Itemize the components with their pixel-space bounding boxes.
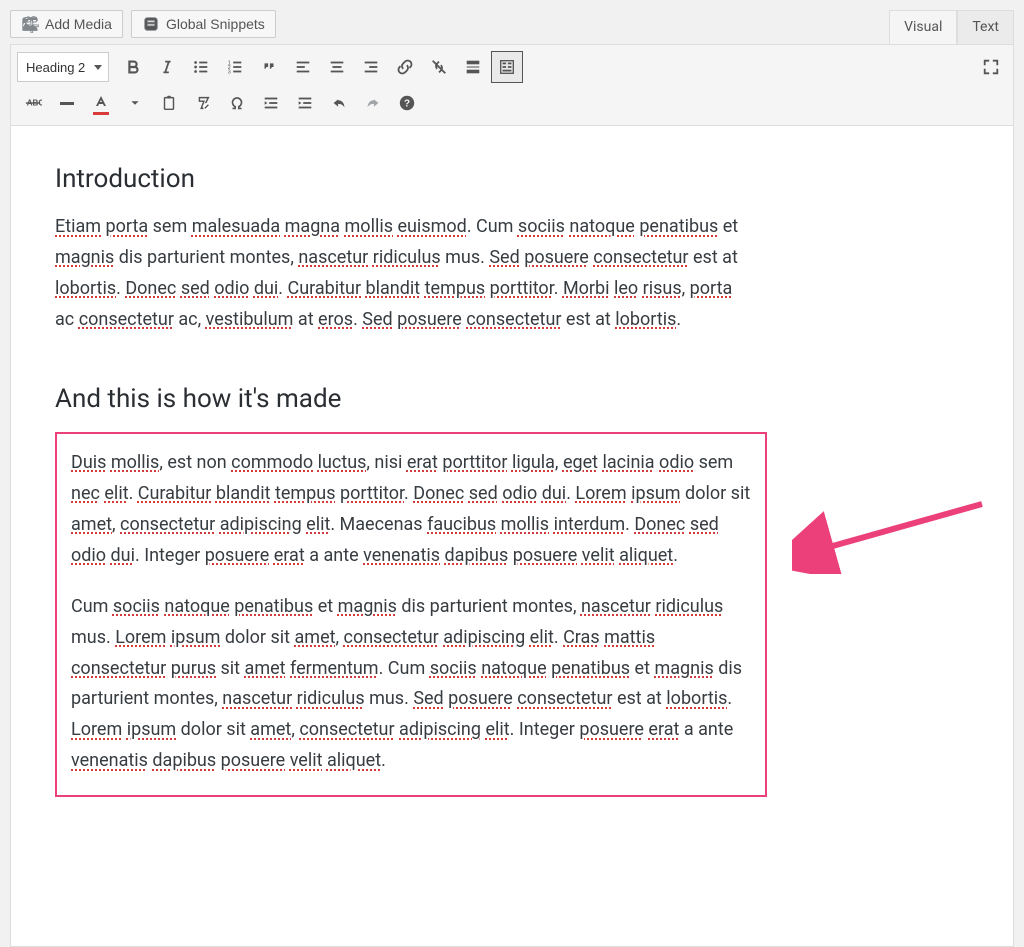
paragraph-1: Etiam porta sem malesuada magna mollis e… <box>55 212 755 336</box>
indent-button[interactable] <box>289 87 321 119</box>
text-color-dropdown[interactable] <box>119 87 151 119</box>
redo-button[interactable] <box>357 87 389 119</box>
align-left-button[interactable] <box>287 51 319 83</box>
ol-button[interactable]: 123 <box>219 51 251 83</box>
svg-text:?: ? <box>404 99 410 110</box>
svg-text:3: 3 <box>228 69 231 75</box>
link-button[interactable] <box>389 51 421 83</box>
add-media-label: Add Media <box>45 16 112 32</box>
paragraph-3: Cum sociis natoque penatibus et magnis d… <box>71 592 751 778</box>
add-media-button[interactable]: Add Media <box>10 10 123 38</box>
editor-shell: Heading 2 123 ABC <box>10 44 1014 947</box>
editor-topbar: Add Media Global Snippets Visual Text <box>0 0 1024 44</box>
align-right-button[interactable] <box>355 51 387 83</box>
snippets-icon <box>142 15 160 33</box>
help-button[interactable]: ? <box>391 87 423 119</box>
format-select[interactable]: Heading 2 <box>17 52 109 82</box>
hr-button[interactable] <box>51 87 83 119</box>
outdent-button[interactable] <box>255 87 287 119</box>
global-snippets-button[interactable]: Global Snippets <box>131 10 276 38</box>
text-color-button[interactable] <box>85 87 117 119</box>
undo-button[interactable] <box>323 87 355 119</box>
hr-icon <box>60 102 74 105</box>
paste-text-button[interactable] <box>153 87 185 119</box>
editor-toolbar: Heading 2 123 ABC <box>11 45 1013 126</box>
editor-canvas[interactable]: Introduction Etiam porta sem malesuada m… <box>11 126 1013 946</box>
editor-tabs: Visual Text <box>889 10 1014 44</box>
readmore-button[interactable] <box>457 51 489 83</box>
blockquote-button[interactable] <box>253 51 285 83</box>
global-snippets-label: Global Snippets <box>166 16 265 32</box>
strikethrough-button[interactable]: ABC <box>17 87 49 119</box>
heading-how-made: And this is how it's made <box>55 384 973 414</box>
special-char-button[interactable] <box>221 87 253 119</box>
media-icon <box>21 15 39 33</box>
snippet-highlight-box: Duis mollis, est non commodo luctus, nis… <box>55 432 767 798</box>
toolbar-toggle-button[interactable] <box>491 51 523 83</box>
fullscreen-button[interactable] <box>975 51 1007 83</box>
tab-visual[interactable]: Visual <box>889 10 957 44</box>
heading-introduction: Introduction <box>55 164 973 194</box>
italic-button[interactable] <box>151 51 183 83</box>
paragraph-2: Duis mollis, est non commodo luctus, nis… <box>71 448 751 572</box>
align-center-button[interactable] <box>321 51 353 83</box>
tab-text[interactable]: Text <box>957 10 1014 44</box>
unlink-button[interactable] <box>423 51 455 83</box>
ul-button[interactable] <box>185 51 217 83</box>
clear-format-button[interactable] <box>187 87 219 119</box>
bold-button[interactable] <box>117 51 149 83</box>
color-swatch <box>93 112 109 115</box>
